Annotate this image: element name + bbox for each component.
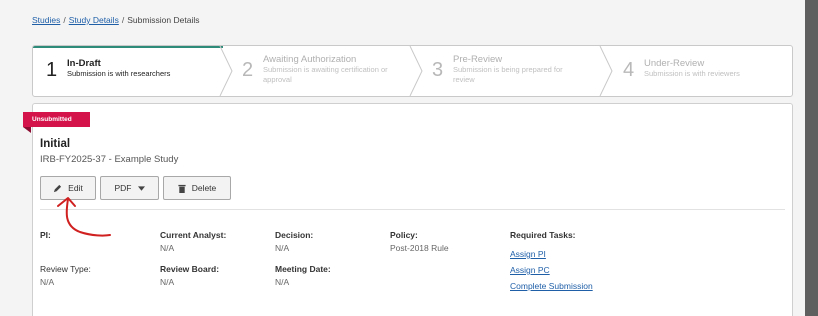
review-board-value: N/A <box>160 277 175 287</box>
status-badge: Unsubmitted <box>23 112 90 127</box>
breadcrumb-study-details-link[interactable]: Study Details <box>69 15 119 25</box>
step-title: In-Draft <box>67 58 101 69</box>
caret-down-icon <box>137 185 145 191</box>
step-title: Awaiting Authorization <box>263 54 357 65</box>
pi-label: PI: <box>40 230 51 240</box>
step-title: Under-Review <box>644 58 705 69</box>
trash-icon <box>178 184 186 193</box>
required-tasks-label: Required Tasks: <box>510 230 576 240</box>
task-assign-pc-link[interactable]: Assign PC <box>510 265 550 275</box>
review-board-label: Review Board: <box>160 264 220 274</box>
breadcrumb-separator: / <box>63 15 66 25</box>
breadcrumb-current: Submission Details <box>127 15 200 25</box>
status-badge-fold <box>23 127 31 133</box>
window-edge-scrollbar <box>805 0 818 316</box>
review-type-value: N/A <box>40 277 55 287</box>
submission-title: Initial <box>40 138 71 150</box>
step-number: 2 <box>242 59 254 81</box>
step-subtitle: Submission is awaiting certification or … <box>263 65 388 84</box>
step-pre-review[interactable]: 3 Pre-Review Submission is being prepare… <box>423 46 603 96</box>
task-complete-submission-link[interactable]: Complete Submission <box>510 281 593 291</box>
workflow-stepper: 1 In-Draft Submission is with researcher… <box>32 45 793 97</box>
task-assign-pi-link[interactable]: Assign PI <box>510 249 546 259</box>
delete-button[interactable]: Delete <box>163 176 231 200</box>
edit-button-label: Edit <box>68 183 83 193</box>
study-identifier: IRB-FY2025-37 - Example Study <box>40 154 179 165</box>
step-subtitle: Submission is with reviewers <box>644 69 740 78</box>
pdf-button-label: PDF <box>114 183 132 193</box>
breadcrumb-separator: / <box>121 15 125 25</box>
step-subtitle: Submission is being prepared for review <box>453 65 563 84</box>
decision-label: Decision: <box>275 230 314 240</box>
meeting-date-label: Meeting Date: <box>275 264 331 274</box>
step-number: 1 <box>46 59 58 81</box>
review-type-label: Review Type: <box>40 264 91 274</box>
pencil-icon <box>54 184 62 192</box>
breadcrumb-studies-link[interactable]: Studies <box>32 15 60 25</box>
step-number: 3 <box>432 59 444 81</box>
policy-value: Post-2018 Rule <box>390 243 449 253</box>
step-title: Pre-Review <box>453 54 503 65</box>
step-awaiting-authorization[interactable]: 2 Awaiting Authorization Submission is a… <box>233 46 413 96</box>
edit-button[interactable]: Edit <box>40 176 96 200</box>
pdf-dropdown-button[interactable]: PDF <box>100 176 159 200</box>
delete-button-label: Delete <box>191 183 217 193</box>
step-number: 4 <box>623 59 635 81</box>
current-analyst-label: Current Analyst: <box>160 230 227 240</box>
decision-value: N/A <box>275 243 290 253</box>
current-analyst-value: N/A <box>160 243 175 253</box>
meeting-date-value: N/A <box>275 277 290 287</box>
step-in-draft[interactable]: 1 In-Draft Submission is with researcher… <box>33 46 223 96</box>
step-subtitle: Submission is with researchers <box>67 69 171 78</box>
breadcrumb: Studies / Study Details / Submission Details <box>32 15 199 25</box>
section-divider <box>40 209 785 210</box>
policy-label: Policy: <box>390 230 418 240</box>
step-under-review[interactable]: 4 Under-Review Submission is with review… <box>613 46 792 96</box>
